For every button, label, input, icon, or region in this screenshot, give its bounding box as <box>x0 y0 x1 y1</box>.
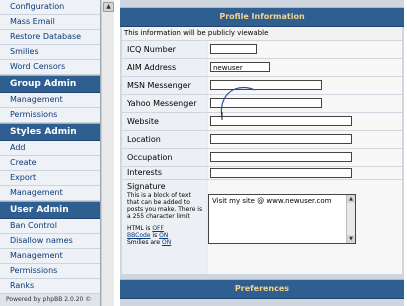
aim-label: AIM Address <box>122 59 206 76</box>
html-status-prefix: HTML is <box>127 225 153 232</box>
admin-sidebar: Configuration Mass Email Restore Databas… <box>0 0 101 306</box>
msn-label: MSN Messenger <box>122 77 206 94</box>
signature-label: Signature <box>127 182 166 191</box>
sidebar-item-group-permissions[interactable]: Permissions <box>0 108 100 123</box>
bbcode-link[interactable]: BBCode <box>127 232 151 239</box>
sidebar-item-user-permissions[interactable]: Permissions <box>0 264 100 279</box>
interests-label: Interests <box>122 167 206 179</box>
sidebar-item-ban-control[interactable]: Ban Control <box>0 219 100 234</box>
cursor-annotation-icon <box>220 86 256 120</box>
sidebar-item-styles-management[interactable]: Management <box>0 186 100 201</box>
icq-label: ICQ Number <box>122 41 206 58</box>
bbcode-status-mid: is <box>150 232 160 239</box>
field-row-location: Location <box>122 131 402 148</box>
public-notice: This information will be publicly viewab… <box>122 27 402 40</box>
sidebar-item-group-management[interactable]: Management <box>0 93 100 108</box>
field-row-signature: Signature This is a block of text that c… <box>122 180 402 274</box>
location-label: Location <box>122 131 206 148</box>
powered-by-footer: Powered by phpBB 2.0.20 © <box>6 296 92 303</box>
sidebar-item-disallow-names[interactable]: Disallow names <box>0 234 100 249</box>
sidebar-section-user-admin: User Admin <box>0 201 100 219</box>
field-row-occupation: Occupation <box>122 149 402 166</box>
sidebar-item-user-management[interactable]: Management <box>0 249 100 264</box>
sidebar-item-styles-add[interactable]: Add <box>0 141 100 156</box>
sidebar-item-restore-database[interactable]: Restore Database <box>0 30 100 45</box>
smilies-status-prefix: Smilies are <box>127 239 162 246</box>
scroll-down-icon[interactable]: ▼ <box>347 235 355 243</box>
website-label: Website <box>122 113 206 130</box>
interests-input[interactable] <box>210 168 352 178</box>
bbcode-status-link[interactable]: ON <box>159 232 168 239</box>
sidebar-item-word-censors[interactable]: Word Censors <box>0 60 100 75</box>
signature-input-area: Visit my site @ www.newuser.com ▲ ▼ <box>208 180 402 274</box>
sidebar-section-styles-admin: Styles Admin <box>0 123 100 141</box>
aim-input[interactable]: newuser <box>210 62 270 72</box>
signature-scrollbar[interactable]: ▲ ▼ <box>346 195 355 243</box>
smilies-status-link[interactable]: ON <box>162 239 171 246</box>
html-status-link[interactable]: OFF <box>152 225 164 232</box>
signature-text: Visit my site @ www.newuser.com <box>212 197 332 205</box>
field-row-icq: ICQ Number <box>122 41 402 58</box>
location-input[interactable] <box>210 134 352 144</box>
yahoo-label: Yahoo Messenger <box>122 95 206 112</box>
sidebar-scrollbar[interactable]: ▲ <box>101 0 115 306</box>
icq-input[interactable] <box>210 44 257 54</box>
sidebar-item-configuration[interactable]: Configuration <box>0 0 100 15</box>
profile-form: Profile Information This information wil… <box>120 0 404 306</box>
scroll-up-icon[interactable]: ▲ <box>347 195 355 203</box>
occupation-label: Occupation <box>122 149 206 166</box>
signature-label-block: Signature This is a block of text that c… <box>122 180 206 274</box>
profile-information-header: Profile Information <box>120 7 404 27</box>
preferences-header: Preferences <box>120 279 404 299</box>
signature-options: HTML is OFF BBCode is ON Smilies are ON <box>127 225 206 246</box>
sidebar-section-group-admin: Group Admin <box>0 75 100 93</box>
sidebar-item-styles-create[interactable]: Create <box>0 156 100 171</box>
sidebar-item-styles-export[interactable]: Export <box>0 171 100 186</box>
occupation-input[interactable] <box>210 152 352 162</box>
sidebar-item-mass-email[interactable]: Mass Email <box>0 15 100 30</box>
scroll-up-arrow-icon[interactable]: ▲ <box>103 2 114 12</box>
sidebar-item-smilies[interactable]: Smilies <box>0 45 100 60</box>
sidebar-item-ranks[interactable]: Ranks <box>0 279 100 294</box>
field-row-aim: AIM Address newuser <box>122 59 402 76</box>
signature-textarea[interactable]: Visit my site @ www.newuser.com ▲ ▼ <box>208 194 356 244</box>
field-row-interests: Interests <box>122 167 402 179</box>
signature-description: This is a block of text that can be adde… <box>127 192 203 220</box>
main-content: Profile Information This information wil… <box>114 0 407 306</box>
